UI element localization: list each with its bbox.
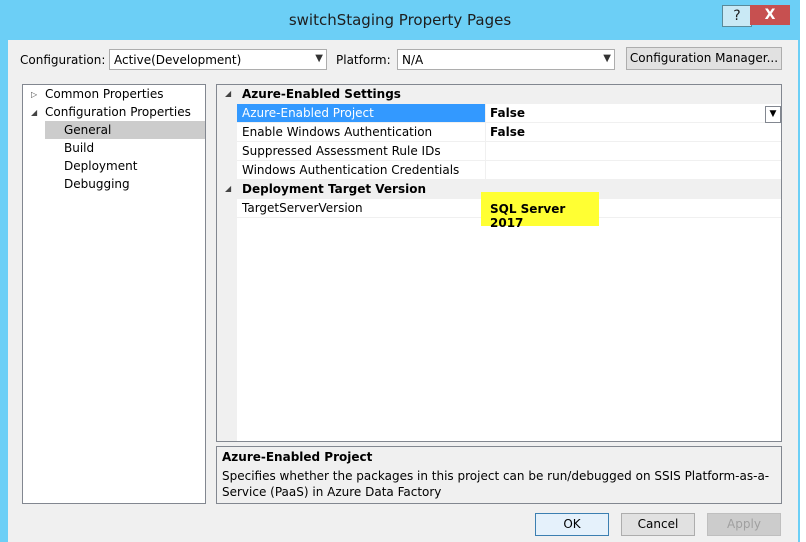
collapse-arrow-icon[interactable]: ◢ <box>225 184 231 193</box>
apply-button[interactable]: Apply <box>707 513 781 536</box>
property-grid: ◢ Azure-Enabled Settings Azure-Enabled P… <box>216 84 782 442</box>
category-label: Deployment Target Version <box>242 182 426 196</box>
help-button[interactable]: ? <box>722 5 752 27</box>
window-title: switchStaging Property Pages <box>288 11 512 29</box>
platform-label: Platform: <box>336 53 391 67</box>
chevron-down-icon: ▼ <box>315 53 323 64</box>
platform-select[interactable]: N/A ▼ <box>397 49 615 70</box>
configuration-label: Configuration: <box>20 53 106 67</box>
target-server-version-value: SQL Server 2017 <box>490 202 566 230</box>
chevron-down-icon[interactable]: ▼ <box>765 106 781 123</box>
collapse-arrow-icon[interactable]: ◢ <box>225 89 231 98</box>
configuration-manager-button[interactable]: Configuration Manager... <box>626 47 782 70</box>
property-name: TargetServerVersion <box>237 199 486 217</box>
tree-item-build[interactable]: Build <box>64 139 94 157</box>
platform-value: N/A <box>402 53 424 67</box>
property-name: Enable Windows Authentication <box>237 123 486 141</box>
category-label: Azure-Enabled Settings <box>242 87 401 101</box>
tree-item-deployment[interactable]: Deployment <box>64 157 137 175</box>
configuration-select[interactable]: Active(Development) ▼ <box>109 49 327 70</box>
chevron-down-icon: ▼ <box>603 53 611 64</box>
cancel-button[interactable]: Cancel <box>621 513 695 536</box>
collapse-arrow-icon[interactable]: ◢ <box>31 108 37 117</box>
tree-item-common-properties[interactable]: Common Properties <box>45 85 164 103</box>
ok-button[interactable]: OK <box>535 513 609 536</box>
property-name: Azure-Enabled Project <box>237 104 486 122</box>
property-row-suppressed-assessment-rule-ids[interactable]: Suppressed Assessment Rule IDs <box>237 142 781 161</box>
description-panel: Azure-Enabled Project Specifies whether … <box>216 446 782 504</box>
property-value[interactable]: False <box>487 104 781 122</box>
property-value[interactable] <box>487 142 781 160</box>
property-row-windows-authentication-credentials[interactable]: Windows Authentication Credentials <box>237 161 781 180</box>
property-row-azure-enabled-project[interactable]: Azure-Enabled Project False <box>237 104 781 123</box>
description-title: Azure-Enabled Project <box>222 450 373 464</box>
grid-gutter <box>217 85 237 441</box>
description-text: Specifies whether the packages in this p… <box>222 469 770 499</box>
tree-item-debugging[interactable]: Debugging <box>64 175 130 193</box>
property-value[interactable] <box>487 161 781 179</box>
property-name: Suppressed Assessment Rule IDs <box>237 142 486 160</box>
expand-arrow-icon[interactable]: ▷ <box>31 90 37 99</box>
close-button[interactable]: X <box>750 5 790 25</box>
category-azure-enabled-settings[interactable]: ◢ Azure-Enabled Settings <box>217 85 781 104</box>
tree-item-configuration-properties[interactable]: Configuration Properties <box>45 103 191 121</box>
background-window-edge <box>800 0 806 542</box>
category-tree: ▷ Common Properties ◢ Configuration Prop… <box>22 84 206 504</box>
property-name: Windows Authentication Credentials <box>237 161 486 179</box>
tree-item-general[interactable]: General <box>45 121 205 139</box>
target-server-version-highlight[interactable]: SQL Server 2017 <box>481 192 599 230</box>
property-row-enable-windows-authentication[interactable]: Enable Windows Authentication False <box>237 123 781 142</box>
property-pages-window: switchStaging Property Pages ? X Configu… <box>0 0 800 542</box>
title-bar[interactable]: switchStaging Property Pages ? X <box>0 0 800 40</box>
property-value[interactable]: False <box>487 123 781 141</box>
configuration-value: Active(Development) <box>114 53 242 67</box>
